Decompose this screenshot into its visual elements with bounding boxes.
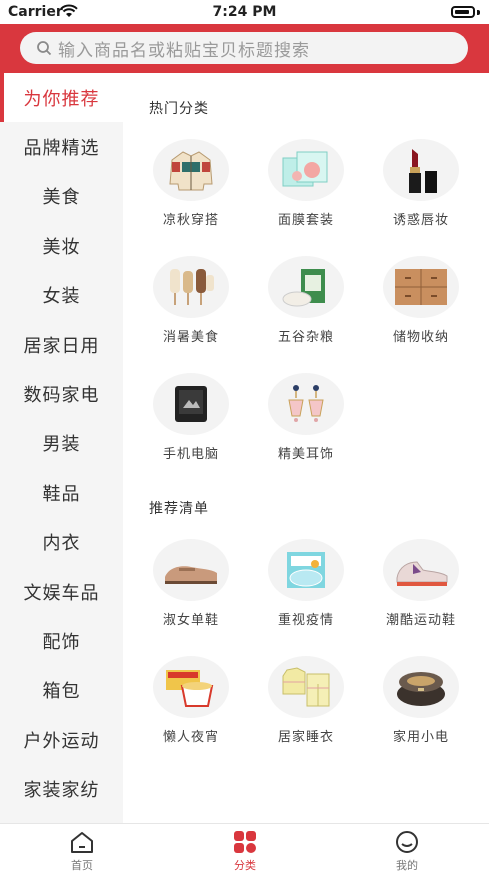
lipstick-icon — [409, 149, 437, 193]
sidebar-item-entertainment[interactable]: 文娱车品 — [0, 567, 123, 616]
sidebar-item-shoes[interactable]: 鞋品 — [0, 468, 123, 517]
category-label: 潮酷运动鞋 — [385, 613, 456, 628]
tab-label: 分类 — [234, 859, 256, 872]
loafer-icon — [165, 566, 217, 584]
category-label: 消暑美食 — [162, 330, 219, 345]
category-tile[interactable]: 重视疫情 — [248, 539, 364, 628]
sidebar-item-recommend[interactable]: 为你推荐 — [0, 73, 123, 123]
tab-profile[interactable]: 我的 — [362, 830, 452, 873]
category-tile[interactable]: 懒人夜宵 — [133, 656, 249, 745]
popsicle-icon — [170, 269, 214, 305]
category-label: 重视疫情 — [277, 613, 334, 628]
category-tile[interactable]: 五谷杂粮 — [248, 256, 364, 345]
sidebar-item-food[interactable]: 美食 — [0, 172, 123, 221]
category-tile[interactable]: 面膜套装 — [248, 139, 364, 228]
drawer-icon — [395, 269, 447, 305]
tab-category[interactable]: 分类 — [200, 830, 290, 873]
category-tile[interactable]: 诱惑唇妆 — [363, 139, 479, 228]
sidebar-item-household[interactable]: 居家日用 — [0, 320, 123, 369]
noodles-icon — [166, 670, 214, 707]
sidebar-item-underwear[interactable]: 内衣 — [0, 518, 123, 567]
category-label: 精美耳饰 — [277, 447, 334, 462]
hot-categories-title: 热门分类 — [149, 101, 209, 117]
category-label: 诱惑唇妆 — [392, 213, 449, 228]
bottom-tab-bar: 首页 分类 我的 — [0, 823, 489, 875]
category-content: 热门分类 凉秋穿搭 面膜套装 诱惑唇妆 消暑美食 五谷杂粮 储物收纳 手机电脑 … — [123, 73, 489, 823]
category-tile[interactable]: 居家睡衣 — [248, 656, 364, 745]
battery-icon — [451, 6, 475, 18]
category-label: 淑女单鞋 — [162, 613, 219, 628]
sidebar-item-accessories[interactable]: 配饰 — [0, 616, 123, 665]
jacket-icon — [169, 151, 213, 191]
sidebar-item-brand[interactable]: 品牌精选 — [0, 122, 123, 171]
category-label: 手机电脑 — [162, 447, 219, 462]
pajamas-icon — [282, 667, 330, 707]
search-icon — [37, 41, 52, 56]
category-tile[interactable]: 消暑美食 — [133, 256, 249, 345]
clock: 7:24 PM — [212, 4, 277, 20]
sidebar-item-home-textile[interactable]: 家装家纺 — [0, 764, 123, 813]
category-tile[interactable]: 手机电脑 — [133, 373, 249, 462]
category-label: 懒人夜宵 — [162, 730, 219, 745]
category-tile[interactable]: 凉秋穿搭 — [133, 139, 249, 228]
home-icon — [71, 832, 93, 853]
category-icon — [234, 831, 256, 853]
earrings-icon — [288, 385, 324, 422]
mask-box-icon — [287, 552, 325, 588]
category-tile[interactable]: 精美耳饰 — [248, 373, 364, 462]
category-label: 居家睡衣 — [277, 730, 334, 745]
sidebar-item-outdoor[interactable]: 户外运动 — [0, 715, 123, 764]
sidebar-item-digital[interactable]: 数码家电 — [0, 369, 123, 418]
search-placeholder: 输入商品名或粘贴宝贝标题搜索 — [58, 40, 310, 61]
recommended-title: 推荐清单 — [149, 501, 209, 517]
category-label: 储物收纳 — [392, 330, 449, 345]
tab-label: 首页 — [71, 859, 93, 872]
sidebar-item-womens[interactable]: 女装 — [0, 271, 123, 320]
category-label: 面膜套装 — [277, 213, 334, 228]
sidebar-item-bags[interactable]: 箱包 — [0, 666, 123, 715]
category-tile[interactable]: 储物收纳 — [363, 256, 479, 345]
sidebar-item-mens[interactable]: 男装 — [0, 419, 123, 468]
sneaker-icon — [396, 561, 448, 586]
rice-cooker-icon — [397, 672, 445, 706]
category-label: 凉秋穿搭 — [162, 213, 219, 228]
face-mask-icon — [282, 151, 328, 187]
category-tile[interactable]: 潮酷运动鞋 — [363, 539, 479, 628]
status-bar: Carrier 7:24 PM — [0, 0, 489, 24]
category-label: 家用小电 — [392, 730, 449, 745]
category-sidebar: 为你推荐 品牌精选 美食 美妆 女装 居家日用 数码家电 男装 鞋品 内衣 文娱… — [0, 73, 123, 823]
tab-home[interactable]: 首页 — [37, 830, 127, 873]
profile-icon — [396, 831, 418, 853]
category-label: 五谷杂粮 — [277, 330, 334, 345]
category-tile[interactable]: 家用小电 — [363, 656, 479, 745]
search-input[interactable]: 输入商品名或粘贴宝贝标题搜索 — [20, 32, 468, 64]
search-header: 输入商品名或粘贴宝贝标题搜索 — [0, 24, 489, 73]
tab-label: 我的 — [396, 859, 418, 872]
phone-icon — [175, 386, 207, 422]
grain-bag-icon — [282, 269, 325, 307]
sidebar-item-beauty[interactable]: 美妆 — [0, 221, 123, 270]
category-tile[interactable]: 淑女单鞋 — [133, 539, 249, 628]
